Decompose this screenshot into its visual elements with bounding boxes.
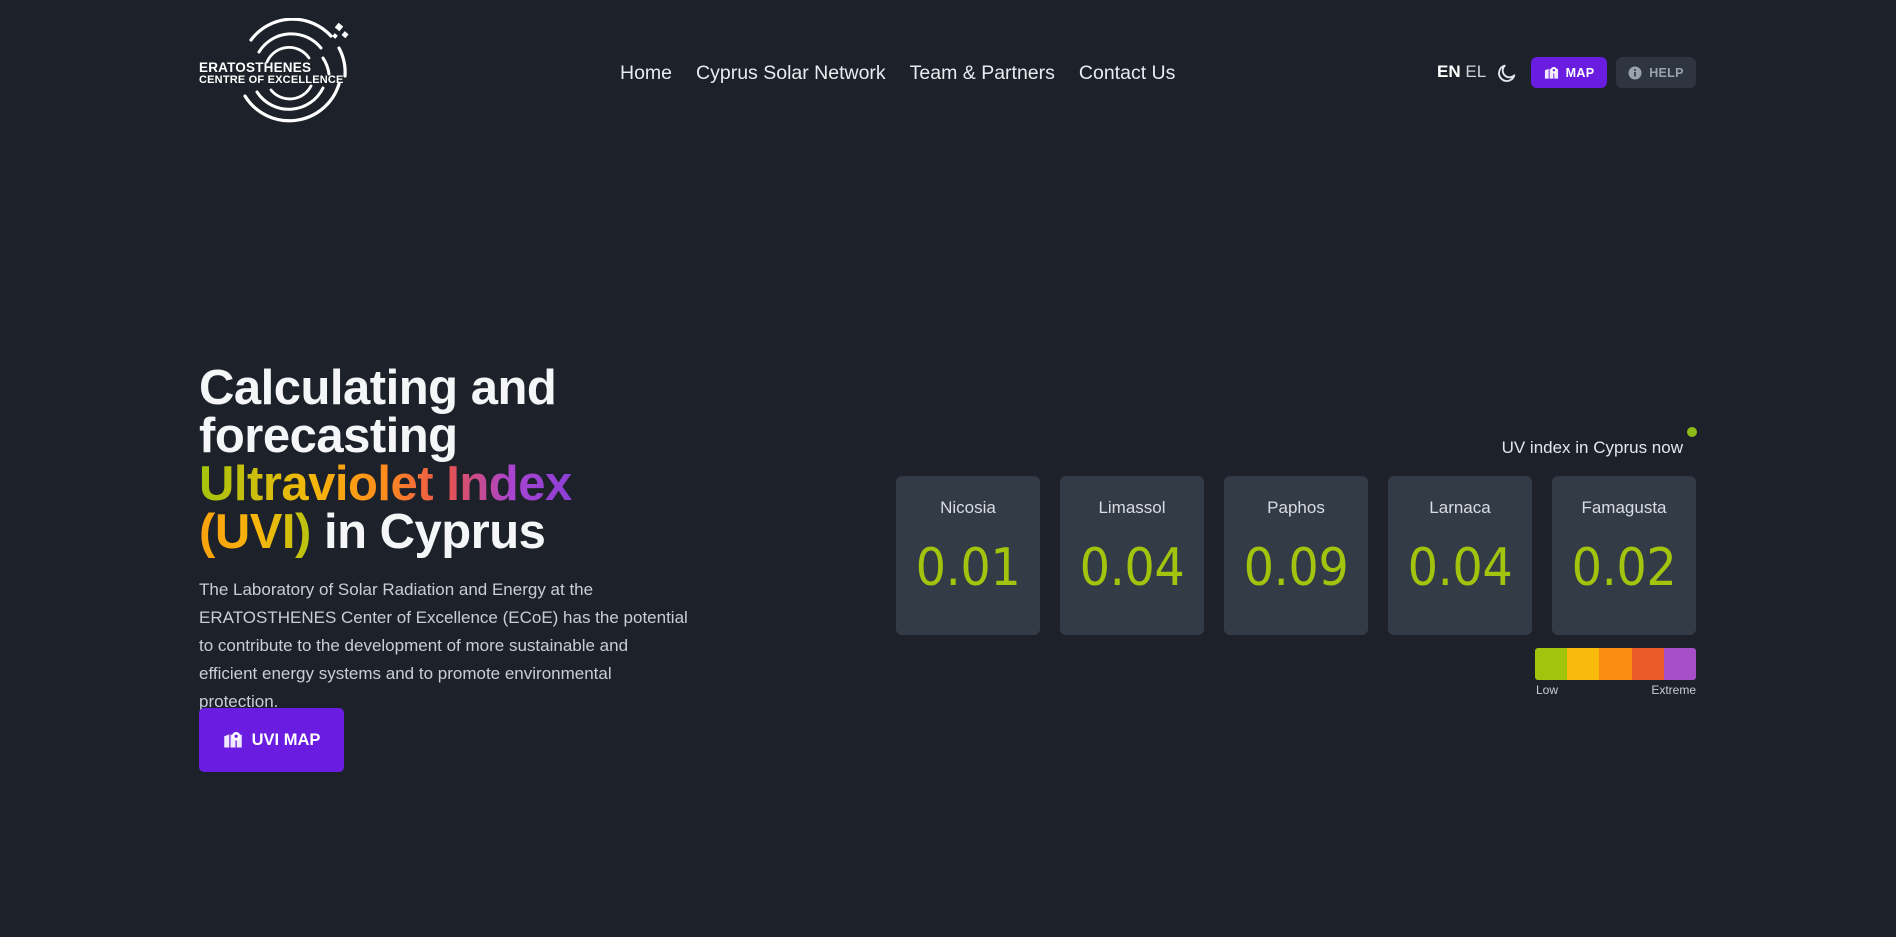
nav-contact-us[interactable]: Contact Us — [1079, 62, 1175, 85]
uv-card-city: Paphos — [1267, 498, 1325, 517]
uv-scale-segment — [1535, 648, 1568, 680]
lang-en[interactable]: EN — [1437, 62, 1461, 81]
map-marker-icon — [223, 732, 242, 748]
logo-line2: CENTRE OF EXCELLENCE — [199, 74, 344, 86]
uv-card-city: Nicosia — [940, 498, 996, 517]
help-button-label: HELP — [1649, 65, 1684, 80]
uv-scale-segment — [1631, 648, 1664, 680]
uv-card-city: Larnaca — [1429, 498, 1491, 517]
uv-card-city: Famagusta — [1581, 498, 1667, 517]
info-icon — [1628, 66, 1642, 79]
hero-title-uvi: (UVI) — [199, 505, 311, 559]
scale-high-label: Extreme — [1651, 683, 1696, 697]
nav-cyprus-solar-network[interactable]: Cyprus Solar Network — [696, 62, 886, 85]
nav-team-partners[interactable]: Team & Partners — [910, 62, 1055, 85]
moon-icon — [1498, 64, 1516, 82]
hero-title-tail: in Cyprus — [323, 505, 546, 559]
uvi-map-button[interactable]: UVI MAP — [199, 708, 344, 772]
logo-text: ERATOSTHENES CENTRE OF EXCELLENCE — [199, 61, 344, 87]
map-button[interactable]: MAP — [1531, 57, 1607, 88]
logo-line1: ERATOSTHENES — [199, 60, 312, 75]
eratosthenes-logo[interactable]: ERATOSTHENES CENTRE OF EXCELLENCE — [199, 18, 351, 128]
map-marker-icon — [1544, 66, 1558, 79]
uv-scale-segment — [1599, 648, 1632, 680]
uv-card-value: 0.01 — [915, 538, 1021, 598]
site-header: ERATOSTHENES CENTRE OF EXCELLENCE Home C… — [0, 0, 1896, 145]
uv-color-scale — [1535, 648, 1696, 680]
help-button[interactable]: HELP — [1616, 57, 1696, 88]
uv-card-limassol[interactable]: Limassol 0.04 — [1060, 476, 1204, 635]
hero-title: Calculating and forecasting Ultraviolet … — [199, 361, 719, 559]
hero-title-line2: forecasting — [199, 409, 458, 463]
uvi-map-button-label: UVI MAP — [251, 730, 321, 749]
uv-city-cards: Nicosia 0.01 Limassol 0.04 Paphos 0.09 L… — [896, 476, 1696, 635]
uv-card-value: 0.09 — [1243, 538, 1349, 598]
uv-card-city: Limassol — [1098, 498, 1166, 517]
uv-card-paphos[interactable]: Paphos 0.09 — [1224, 476, 1368, 635]
uv-card-famagusta[interactable]: Famagusta 0.02 — [1552, 476, 1696, 635]
uv-card-larnaca[interactable]: Larnaca 0.04 — [1388, 476, 1532, 635]
main-nav: Home Cyprus Solar Network Team & Partner… — [620, 58, 1175, 88]
uv-card-nicosia[interactable]: Nicosia 0.01 — [896, 476, 1040, 635]
hero-title-highlight: Ultraviolet Index — [199, 457, 572, 511]
hero-description: The Laboratory of Solar Radiation and En… — [199, 580, 688, 711]
hero-title-line1: Calculating and — [199, 361, 557, 415]
nav-home[interactable]: Home — [620, 62, 672, 85]
uv-scale-segment — [1567, 648, 1600, 680]
live-status-dot — [1687, 427, 1697, 437]
uv-card-value: 0.02 — [1571, 538, 1677, 598]
lang-el[interactable]: EL — [1465, 62, 1486, 81]
uv-card-value: 0.04 — [1407, 538, 1513, 598]
dark-mode-toggle[interactable] — [1496, 62, 1518, 84]
map-button-label: MAP — [1565, 65, 1595, 80]
language-switcher: EN EL — [1437, 62, 1486, 82]
uv-scale-segment — [1663, 648, 1696, 680]
uv-caption: UV index in Cyprus now — [1501, 438, 1683, 457]
uv-card-value: 0.04 — [1079, 538, 1185, 598]
scale-low-label: Low — [1536, 683, 1559, 697]
